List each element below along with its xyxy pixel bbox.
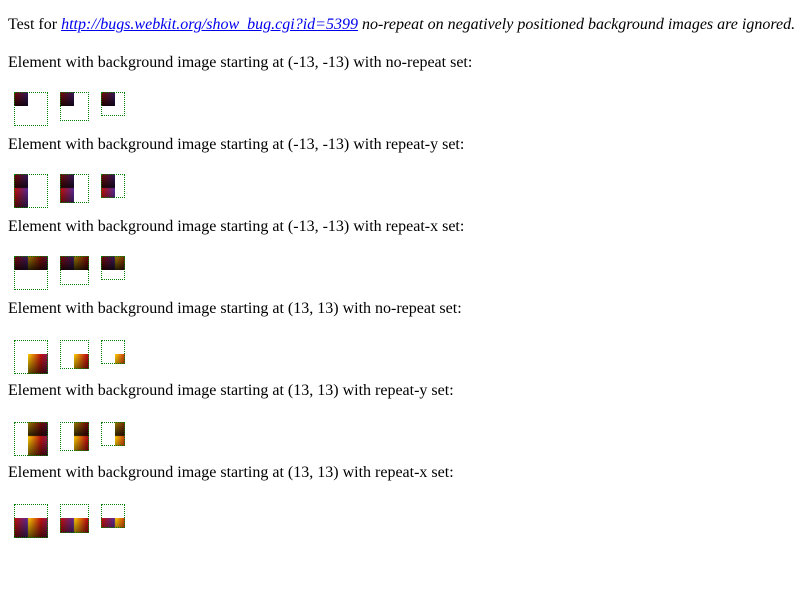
section-label: Element with background image starting a… bbox=[8, 136, 465, 153]
test-row bbox=[0, 422, 200, 462]
test-box-small bbox=[101, 422, 125, 446]
test-box-medium bbox=[60, 174, 89, 203]
test-box-medium bbox=[60, 504, 89, 533]
test-box-medium bbox=[60, 256, 89, 285]
test-row bbox=[0, 256, 200, 296]
test-box-large bbox=[14, 174, 48, 208]
test-box-large bbox=[14, 504, 48, 538]
test-box-small bbox=[101, 174, 125, 198]
intro-lead: Test for bbox=[8, 16, 62, 33]
section-label: Element with background image starting a… bbox=[8, 218, 465, 235]
intro-description: no-repeat on negatively positioned backg… bbox=[357, 16, 796, 33]
test-row bbox=[0, 504, 200, 544]
test-box-medium bbox=[60, 422, 89, 451]
section-label: Element with background image starting a… bbox=[8, 382, 454, 399]
bug-link[interactable]: http://bugs.webkit.org/show_bug.cgi?id=5… bbox=[61, 16, 358, 33]
test-box-large bbox=[14, 340, 48, 374]
test-box-medium bbox=[60, 92, 89, 121]
test-row bbox=[0, 174, 200, 214]
test-box-medium bbox=[60, 340, 89, 369]
test-box-small bbox=[101, 92, 125, 116]
test-box-large bbox=[14, 92, 48, 126]
test-box-large bbox=[14, 256, 48, 290]
section-label: Element with background image starting a… bbox=[8, 300, 462, 317]
intro-line: Test for http://bugs.webkit.org/show_bug… bbox=[8, 16, 795, 34]
section-label: Element with background image starting a… bbox=[8, 464, 454, 481]
section-label: Element with background image starting a… bbox=[8, 54, 473, 71]
test-row bbox=[0, 340, 200, 380]
test-row bbox=[0, 92, 200, 132]
test-box-small bbox=[101, 256, 125, 280]
test-box-small bbox=[101, 340, 125, 364]
test-box-small bbox=[101, 504, 125, 528]
test-box-large bbox=[14, 422, 48, 456]
